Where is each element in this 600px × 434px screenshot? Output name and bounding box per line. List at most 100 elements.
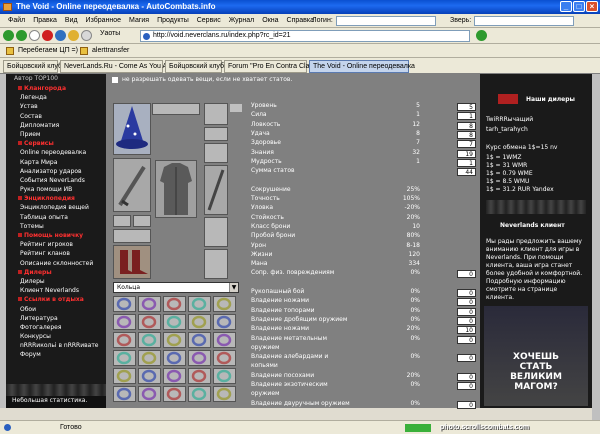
stat-input[interactable]: 8 bbox=[457, 121, 476, 130]
nav-item[interactable]: Конкурсы bbox=[6, 332, 106, 341]
slot-d[interactable] bbox=[204, 143, 228, 163]
stat-input[interactable]: 0 bbox=[457, 335, 476, 344]
ring-slot[interactable] bbox=[113, 386, 136, 402]
checkbox[interactable] bbox=[112, 76, 118, 83]
ring-slot[interactable] bbox=[213, 332, 236, 348]
nav-item[interactable]: Состав bbox=[6, 112, 106, 121]
nav-item[interactable]: nRRRикольi в nRRRивате bbox=[6, 341, 106, 350]
ring-slot[interactable] bbox=[163, 386, 186, 402]
refresh-icon[interactable] bbox=[55, 30, 66, 41]
minimize-button[interactable]: _ bbox=[560, 1, 572, 12]
menu-item[interactable]: Продукты bbox=[153, 14, 193, 28]
ring-slot[interactable] bbox=[213, 296, 236, 312]
vertical-scrollbar[interactable] bbox=[592, 74, 600, 420]
stats-link[interactable]: Небольшая статистика. bbox=[6, 396, 106, 406]
nav-item[interactable]: Дипломатия bbox=[6, 121, 106, 130]
nav-item[interactable]: Фотогалерея bbox=[6, 323, 106, 332]
tab-2[interactable]: NeverLands.Ru - Come As You Are bbox=[60, 60, 173, 73]
nav-item[interactable]: Рейтинг игроков bbox=[6, 240, 106, 249]
forward-icon[interactable] bbox=[16, 30, 27, 41]
zver-select[interactable] bbox=[474, 16, 574, 26]
menu-item[interactable]: Сервис bbox=[193, 14, 225, 28]
ring-slot[interactable] bbox=[138, 350, 161, 366]
arrow-icon[interactable] bbox=[230, 104, 242, 112]
menu-item[interactable]: Магия bbox=[125, 14, 153, 28]
stat-input[interactable]: 7 bbox=[457, 140, 476, 149]
slot-f[interactable] bbox=[204, 249, 228, 279]
shield-slot[interactable] bbox=[204, 165, 228, 215]
menu-item[interactable]: Избранное bbox=[82, 14, 125, 28]
login-input[interactable] bbox=[336, 16, 436, 26]
ring-slot[interactable] bbox=[138, 368, 161, 384]
nav-item[interactable]: Устав bbox=[6, 102, 106, 111]
tab-3[interactable]: Бойцовский клуб bbox=[165, 60, 224, 73]
boots-slot[interactable] bbox=[113, 245, 151, 279]
ring-slot[interactable] bbox=[213, 350, 236, 366]
address-bar[interactable]: http://void.neverclans.ru/index.php?rc_i… bbox=[140, 30, 470, 42]
ring-slot[interactable] bbox=[163, 296, 186, 312]
dealer-1[interactable]: TwiRRRычащий bbox=[486, 116, 533, 123]
nav-item[interactable]: Дилеры bbox=[6, 277, 106, 286]
ring-slot[interactable] bbox=[188, 350, 211, 366]
ring-slot[interactable] bbox=[163, 314, 186, 330]
stat-input[interactable]: 44 bbox=[457, 168, 476, 177]
ring-slot[interactable] bbox=[113, 296, 136, 312]
stat-input[interactable]: 0 bbox=[457, 270, 476, 279]
stat-input[interactable]: 0 bbox=[457, 354, 476, 363]
nav-item[interactable]: Тотемы bbox=[6, 222, 106, 231]
dealer-2[interactable]: tarh_tarahych bbox=[486, 126, 528, 133]
stat-input[interactable]: 0 bbox=[457, 316, 476, 325]
category-select[interactable]: Кольца ▼ bbox=[113, 282, 239, 293]
ring-slot[interactable] bbox=[163, 368, 186, 384]
stat-input[interactable]: 0 bbox=[457, 382, 476, 390]
nav-item[interactable]: Прием bbox=[6, 130, 106, 139]
nav-item[interactable]: Клиент Neverlands bbox=[6, 286, 106, 295]
ring-slot[interactable] bbox=[113, 350, 136, 366]
nav-item[interactable]: Форум bbox=[6, 350, 106, 359]
ring-slot[interactable] bbox=[188, 386, 211, 402]
history-icon[interactable] bbox=[81, 30, 92, 41]
nav-item[interactable]: Энциклопедия вещей bbox=[6, 203, 106, 212]
stat-input[interactable]: 19 bbox=[457, 149, 476, 158]
ring-slot[interactable] bbox=[213, 386, 236, 402]
ring-slot[interactable] bbox=[113, 314, 136, 330]
stat-input[interactable]: 0 bbox=[457, 400, 476, 409]
ring-slot[interactable] bbox=[138, 386, 161, 402]
ring-slot[interactable] bbox=[138, 314, 161, 330]
tab-active[interactable]: The Void - Online переодевалка bbox=[309, 60, 415, 73]
ring-slot[interactable] bbox=[113, 368, 136, 384]
ring-slot[interactable] bbox=[113, 332, 136, 348]
stat-input[interactable]: 1 bbox=[457, 158, 476, 167]
back-icon[interactable] bbox=[3, 30, 14, 41]
stat-input[interactable]: 0 bbox=[457, 289, 476, 297]
nav-item[interactable]: Легенда bbox=[6, 93, 106, 102]
favorites-icon[interactable] bbox=[68, 30, 79, 41]
stat-input[interactable]: 10 bbox=[457, 326, 476, 335]
nav-item[interactable]: Online переодевалка bbox=[6, 148, 106, 157]
stat-input[interactable]: 8 bbox=[457, 130, 476, 139]
no-stat-check[interactable]: не разрешать одевать вещи, если не хвата… bbox=[112, 76, 312, 86]
stat-input[interactable]: 0 bbox=[457, 372, 476, 381]
stat-input[interactable]: 5 bbox=[457, 103, 476, 111]
tab-4[interactable]: Forum "Pro En Contra Clan" bbox=[224, 60, 316, 73]
go-icon[interactable] bbox=[476, 30, 487, 41]
ring-slot[interactable] bbox=[163, 332, 186, 348]
mage-banner[interactable]: ХОЧЕШЬ СТАТЬ ВЕЛИКИМ МАГОМ? bbox=[484, 306, 588, 406]
stop-icon[interactable] bbox=[42, 30, 53, 41]
tab-1[interactable]: Бойцовский клуб bbox=[3, 60, 62, 73]
stat-input[interactable]: 0 bbox=[457, 307, 476, 316]
close-button[interactable]: × bbox=[586, 1, 598, 12]
nav-item[interactable]: Описание склонностей bbox=[6, 259, 106, 268]
nav-item[interactable]: Литература bbox=[6, 314, 106, 323]
menu-item[interactable]: Окна bbox=[258, 14, 282, 28]
nav-item[interactable]: События NeverLands bbox=[6, 176, 106, 185]
gloves-slot[interactable] bbox=[204, 103, 228, 125]
maximize-button[interactable]: □ bbox=[573, 1, 585, 12]
link-item-b[interactable]: alerttransfer bbox=[92, 44, 129, 58]
slot-a[interactable] bbox=[113, 215, 131, 227]
ring-slot[interactable] bbox=[213, 314, 236, 330]
nav-item[interactable]: Карта Мира bbox=[6, 158, 106, 167]
ring-slot[interactable] bbox=[188, 332, 211, 348]
ring-slot[interactable] bbox=[188, 296, 211, 312]
horizontal-scrollbar[interactable] bbox=[0, 408, 592, 420]
